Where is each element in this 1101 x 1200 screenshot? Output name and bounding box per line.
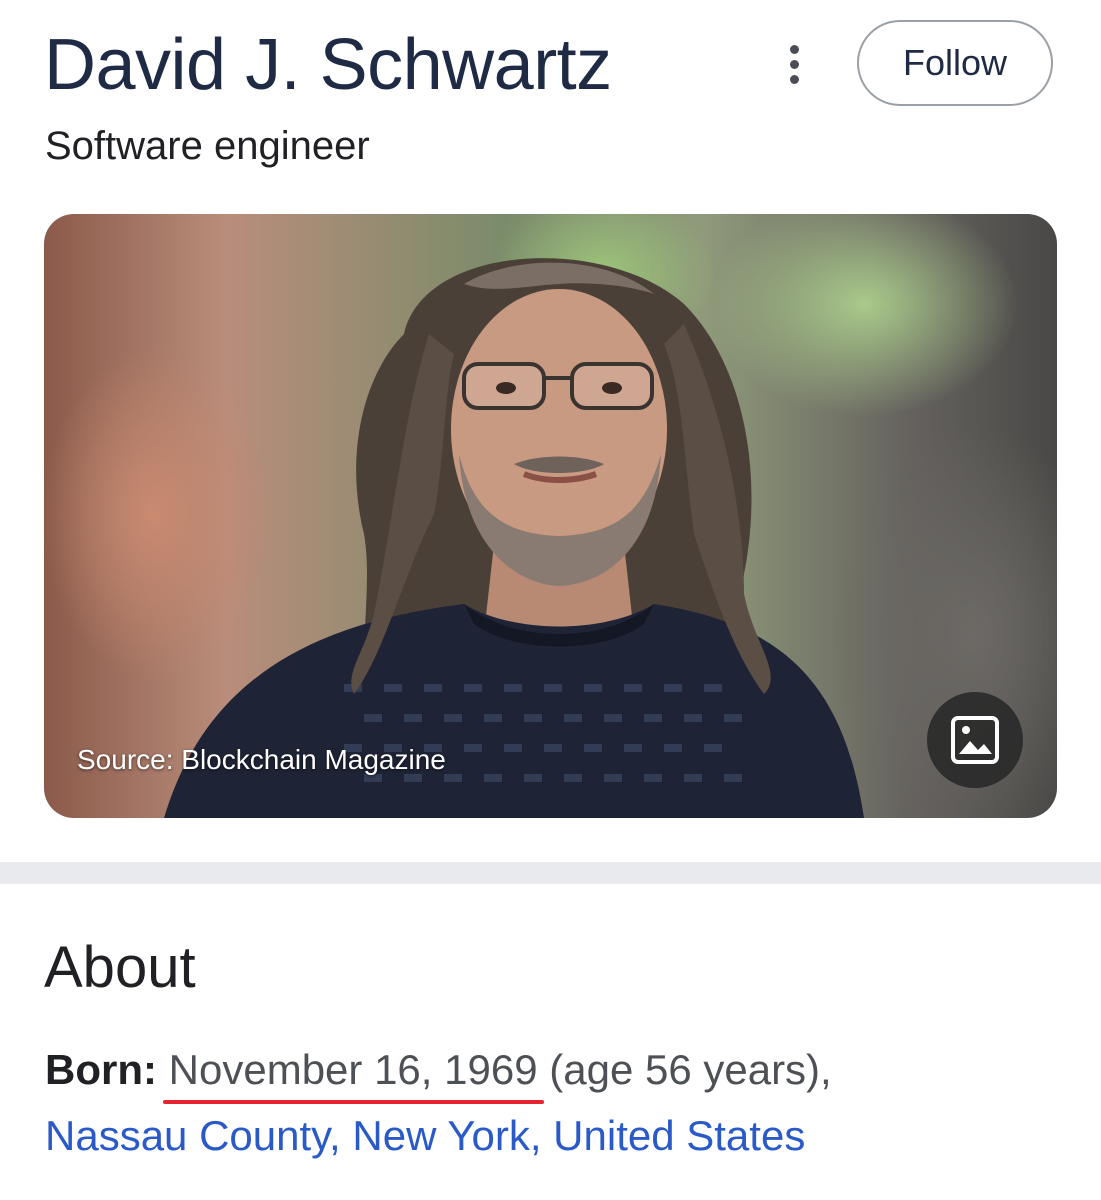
more-vert-icon-dot-3 <box>789 74 799 84</box>
section-divider <box>0 862 1101 884</box>
view-images-button[interactable] <box>927 692 1023 788</box>
entity-subtitle: Software engineer <box>45 124 370 168</box>
birthplace-row: Nassau County, New York, United States <box>45 1112 805 1160</box>
place-link-country[interactable]: United States <box>553 1112 805 1159</box>
birth-date-text: November 16, 1969 <box>162 1046 544 1104</box>
age-text: (age 56 years), <box>549 1046 832 1093</box>
more-options-button[interactable] <box>779 40 809 88</box>
born-row: Born: November 16, 1969 (age 56 years), <box>45 1046 832 1104</box>
place-link-state[interactable]: New York <box>352 1112 529 1159</box>
entity-name: David J. Schwartz <box>44 25 612 105</box>
panel-header: David J. Schwartz Follow <box>44 16 1058 116</box>
birth-date-value: November 16, 1969 <box>168 1046 538 1093</box>
more-vert-icon <box>789 44 799 54</box>
more-vert-icon-dot-2 <box>789 59 799 69</box>
place-separator: , <box>329 1112 353 1159</box>
image-icon <box>951 716 999 764</box>
portrait-illustration <box>164 258 864 818</box>
about-heading: About <box>44 935 196 1000</box>
follow-button[interactable]: Follow <box>857 20 1053 106</box>
knowledge-panel: David J. Schwartz Follow Software engine… <box>0 0 1101 1200</box>
place-separator: , <box>529 1112 554 1159</box>
place-link-county[interactable]: Nassau County <box>45 1112 329 1159</box>
highlight-underline <box>162 1100 544 1104</box>
image-source-label: Source: Blockchain Magazine <box>77 744 446 775</box>
entity-photo[interactable]: Source: Blockchain Magazine <box>44 214 1057 818</box>
born-label: Born: <box>45 1046 157 1093</box>
